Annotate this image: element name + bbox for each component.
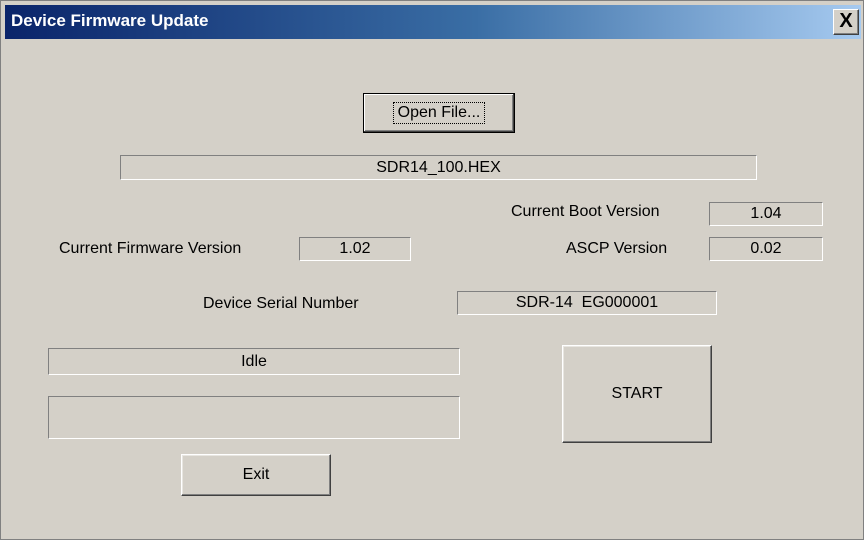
window-title: Device Firmware Update <box>11 11 209 30</box>
exit-label: Exit <box>242 466 270 483</box>
firmware-update-dialog: Device Firmware Update X Open File... SD… <box>0 0 864 540</box>
file-name-field: SDR14_100.HEX <box>120 155 757 180</box>
start-button[interactable]: START <box>562 345 712 443</box>
progress-field <box>48 396 460 439</box>
firmware-version-field: 1.02 <box>299 237 411 261</box>
ascp-version-label: ASCP Version <box>566 240 668 257</box>
serial-number-field: SDR-14 EG000001 <box>457 291 717 315</box>
firmware-version-label: Current Firmware Version <box>59 240 242 257</box>
ascp-version-field: 0.02 <box>709 237 823 261</box>
boot-version-field: 1.04 <box>709 202 823 226</box>
title-bar[interactable]: Device Firmware Update X <box>5 5 861 39</box>
start-label: START <box>611 385 663 402</box>
exit-button[interactable]: Exit <box>181 454 331 496</box>
close-button[interactable]: X <box>833 9 859 35</box>
serial-number-label: Device Serial Number <box>203 295 359 312</box>
open-file-label: Open File... <box>392 102 486 124</box>
status-field: Idle <box>48 348 460 375</box>
open-file-button[interactable]: Open File... <box>363 93 515 133</box>
close-icon: X <box>839 10 853 32</box>
boot-version-label: Current Boot Version <box>511 203 660 220</box>
